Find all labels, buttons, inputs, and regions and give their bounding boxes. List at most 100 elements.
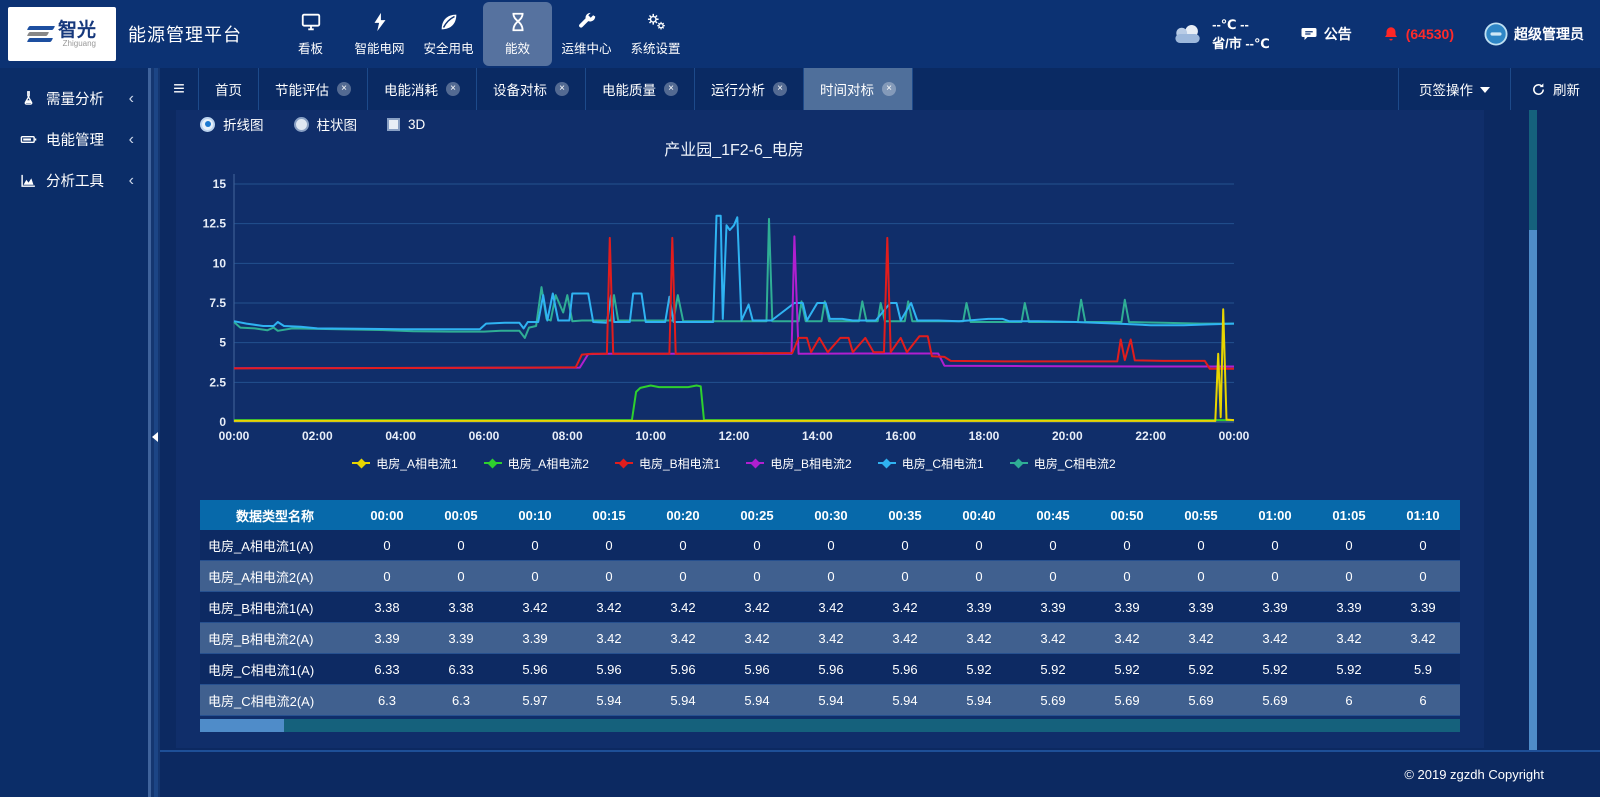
row-value: 3.42: [868, 631, 942, 646]
collapse-arrow-icon[interactable]: [152, 432, 158, 442]
svg-text:7.5: 7.5: [209, 296, 226, 310]
svg-text:12:00: 12:00: [719, 429, 750, 443]
tab-电能消耗[interactable]: 电能消耗×: [367, 68, 476, 110]
row-value: 5.96: [868, 662, 942, 677]
row-value: 0: [942, 538, 1016, 553]
weather-temp: --℃ --: [1212, 15, 1270, 35]
refresh-button[interactable]: 刷新: [1510, 68, 1600, 110]
table-horizontal-scrollbar[interactable]: [200, 719, 1460, 732]
bell-icon: [1382, 25, 1400, 43]
svg-text:12.5: 12.5: [203, 217, 227, 231]
sidebar-item-分析工具[interactable]: 分析工具 ‹: [0, 160, 148, 201]
row-value: 3.39: [1312, 600, 1386, 615]
sidebar-item-电能管理[interactable]: 电能管理 ‹: [0, 119, 148, 160]
table-header-time: 00:10: [498, 508, 572, 523]
chevron-left-icon: ‹: [129, 131, 134, 149]
radio-selected-icon[interactable]: [200, 117, 215, 132]
tab-时间对标[interactable]: 时间对标×: [803, 68, 913, 110]
menu-icon[interactable]: ≡: [160, 68, 198, 110]
speech-bubble-icon: [1300, 25, 1318, 43]
nav-item-系统设置[interactable]: 系统设置: [621, 2, 690, 66]
svg-text:18:00: 18:00: [969, 429, 1000, 443]
nav-item-安全用电[interactable]: 安全用电: [414, 2, 483, 66]
close-icon[interactable]: ×: [446, 82, 460, 96]
scrollbar-thumb[interactable]: [200, 719, 284, 732]
refresh-icon: [1531, 82, 1546, 97]
legend-item-电房_A相电流2[interactable]: 电房_A相电流2: [484, 452, 589, 474]
svg-text:2.5: 2.5: [209, 375, 226, 389]
close-icon[interactable]: ×: [882, 82, 896, 96]
nav-item-运维中心[interactable]: 运维中心: [552, 2, 621, 66]
table-header-time: 00:55: [1164, 508, 1238, 523]
legend-item-电房_C相电流1[interactable]: 电房_C相电流1: [878, 452, 984, 474]
close-icon[interactable]: ×: [773, 82, 787, 96]
row-value: 3.42: [1386, 631, 1460, 646]
row-value: 3.42: [1238, 631, 1312, 646]
legend-item-电房_B相电流2[interactable]: 电房_B相电流2: [746, 452, 851, 474]
legend-label: 电房_B相电流1: [639, 455, 720, 472]
close-icon[interactable]: ×: [664, 82, 678, 96]
app-header: 智光 Zhiguang 能源管理平台 看板 智能电网 安全用电 能效 运维中心 …: [0, 0, 1600, 68]
legend-item-电房_C相电流2[interactable]: 电房_C相电流2: [1010, 452, 1116, 474]
tabs-container: 首页节能评估×电能消耗×设备对标×电能质量×运行分析×时间对标×: [198, 68, 913, 110]
row-value: 5.94: [720, 693, 794, 708]
3d-checkbox[interactable]: 3D: [387, 117, 425, 132]
checkbox-icon[interactable]: [387, 118, 400, 131]
tab-label: 首页: [215, 79, 242, 99]
user-menu[interactable]: 超级管理员: [1484, 22, 1584, 46]
row-value: 5.96: [498, 662, 572, 677]
tab-label: 运行分析: [711, 79, 765, 99]
row-value: 0: [720, 538, 794, 553]
close-icon[interactable]: ×: [337, 82, 351, 96]
notice-button[interactable]: 公告: [1300, 24, 1352, 44]
row-value: 0: [498, 569, 572, 584]
svg-text:15: 15: [213, 177, 227, 191]
tab-设备对标[interactable]: 设备对标×: [476, 68, 585, 110]
row-value: 5.94: [572, 693, 646, 708]
table-header-name: 数据类型名称: [200, 506, 350, 525]
vertical-scrollbar[interactable]: [1529, 110, 1537, 750]
nav-label: 安全用电: [423, 38, 473, 57]
tab-actions-label: 页签操作: [1419, 79, 1473, 99]
sidebar-item-需量分析[interactable]: 需量分析 ‹: [0, 78, 148, 119]
row-name: 电房_B相电流2(A): [200, 629, 350, 648]
tab-运行分析[interactable]: 运行分析 ×: [694, 68, 803, 110]
row-name: 电房_A相电流2(A): [200, 567, 350, 586]
legend-item-电房_A相电流1[interactable]: 电房_A相电流1: [352, 452, 457, 474]
row-value: 6.3: [350, 693, 424, 708]
wrench-icon: [576, 11, 598, 33]
bar-chart-radio[interactable]: 柱状图: [294, 114, 358, 134]
row-value: 5.97: [498, 693, 572, 708]
nav-label: 看板: [298, 38, 323, 57]
sidebar-splitter[interactable]: [148, 68, 160, 797]
page-footer: © 2019 zgzdh Copyright: [160, 750, 1600, 797]
tab-节能评估[interactable]: 节能评估×: [258, 68, 367, 110]
row-value: 0: [424, 538, 498, 553]
chevron-down-icon: [1480, 87, 1490, 93]
content-area: 折线图 柱状图 3D 产业园_1F2-6_电房 02.557.51012.515…: [160, 110, 1600, 750]
sidebar: 需量分析 ‹ 电能管理 ‹ 分析工具 ‹: [0, 68, 148, 797]
user-label: 超级管理员: [1514, 24, 1584, 44]
tab-actions-dropdown[interactable]: 页签操作: [1398, 68, 1510, 110]
svg-text:0: 0: [219, 415, 226, 429]
tab-电能质量[interactable]: 电能质量×: [585, 68, 694, 110]
line-chart[interactable]: 02.557.51012.51500:0002:0004:0006:0008:0…: [200, 166, 1460, 446]
nav-item-智能电网[interactable]: 智能电网: [345, 2, 414, 66]
table-header-time: 01:05: [1312, 508, 1386, 523]
radio-icon[interactable]: [294, 117, 309, 132]
row-value: 5.92: [1016, 662, 1090, 677]
tab-首页[interactable]: 首页: [198, 68, 258, 110]
nav-item-看板[interactable]: 看板: [276, 2, 345, 66]
scrollbar-thumb[interactable]: [1529, 230, 1537, 750]
row-name: 电房_C相电流1(A): [200, 660, 350, 679]
battery-icon: [20, 131, 37, 148]
legend-item-电房_B相电流1[interactable]: 电房_B相电流1: [615, 452, 720, 474]
row-value: 0: [868, 538, 942, 553]
close-icon[interactable]: ×: [555, 82, 569, 96]
row-value: 0: [1016, 569, 1090, 584]
line-chart-radio[interactable]: 折线图: [200, 114, 264, 134]
table-header-time: 00:20: [646, 508, 720, 523]
alarm-button[interactable]: (64530): [1382, 25, 1454, 43]
svg-text:00:00: 00:00: [219, 429, 250, 443]
nav-item-能效[interactable]: 能效: [483, 2, 552, 66]
